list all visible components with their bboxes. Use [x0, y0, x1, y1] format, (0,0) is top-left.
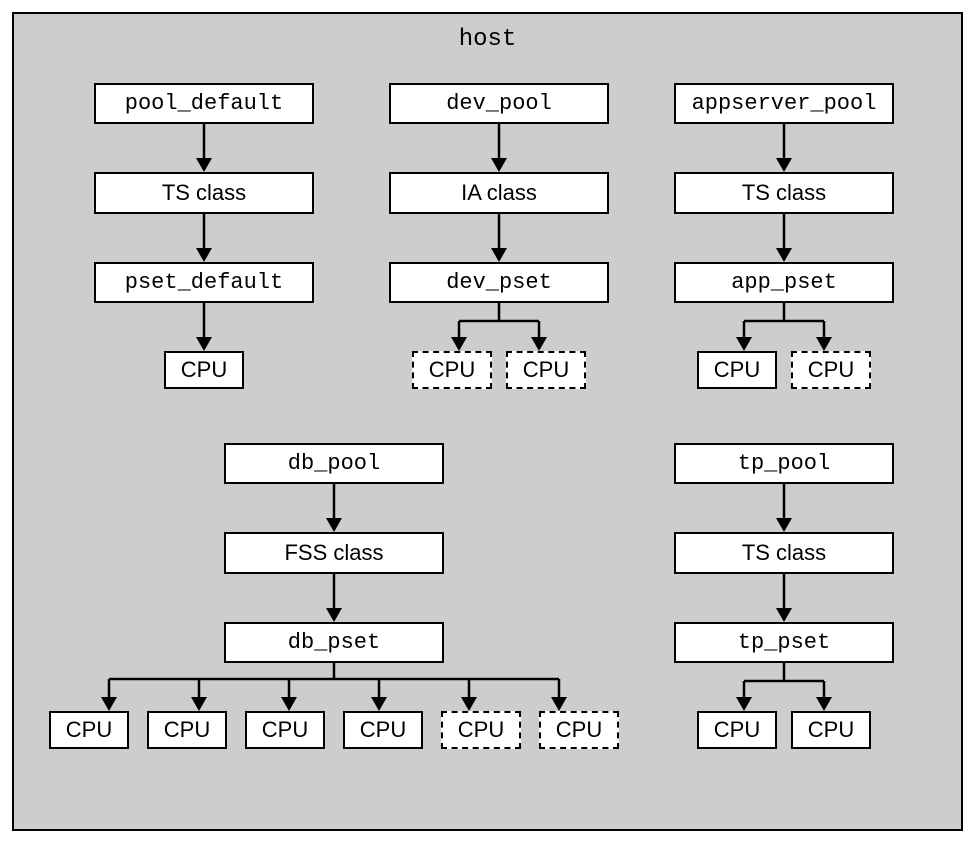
- pool-name: tp_pool: [674, 443, 894, 484]
- pool-name: db_pool: [224, 443, 444, 484]
- pool-name: appserver_pool: [674, 83, 894, 124]
- host-title: host: [14, 26, 961, 53]
- cpu-row: CPU CPU CPU CPU CPU CPU: [49, 711, 619, 749]
- pool-class: TS class: [674, 532, 894, 574]
- pool-row-top: pool_default TS class pset_default CPU d…: [14, 53, 961, 423]
- arrow-fork: [419, 303, 579, 351]
- arrow-down: [184, 214, 224, 262]
- cpu-row: CPU CPU: [412, 351, 586, 389]
- pool-pset: app_pset: [674, 262, 894, 303]
- cpu-box: CPU: [697, 711, 777, 749]
- cpu-box: CPU: [343, 711, 423, 749]
- pool-pset: tp_pset: [674, 622, 894, 663]
- cpu-box: CPU: [539, 711, 619, 749]
- pool-column: tp_pool TS class tp_pset CPU CPU: [654, 443, 914, 749]
- pool-class: TS class: [94, 172, 314, 214]
- cpu-box: CPU: [412, 351, 492, 389]
- pool-column: db_pool FSS class db_pset: [64, 443, 604, 749]
- host-frame: host pool_default TS class pset_default …: [12, 12, 963, 831]
- arrow-down: [314, 484, 354, 532]
- arrow-down: [184, 124, 224, 172]
- cpu-box: CPU: [164, 351, 244, 389]
- pool-pset: dev_pset: [389, 262, 609, 303]
- cpu-box: CPU: [791, 711, 871, 749]
- arrow-down: [764, 484, 804, 532]
- cpu-box: CPU: [506, 351, 586, 389]
- pool-name: dev_pool: [389, 83, 609, 124]
- pool-name: pool_default: [94, 83, 314, 124]
- arrow-down: [184, 303, 224, 351]
- pool-column: pool_default TS class pset_default CPU: [74, 83, 334, 389]
- pool-class: IA class: [389, 172, 609, 214]
- cpu-box: CPU: [245, 711, 325, 749]
- pool-column: dev_pool IA class dev_pset CPU CPU: [369, 83, 629, 389]
- cpu-box: CPU: [49, 711, 129, 749]
- arrow-fork: [704, 663, 864, 711]
- cpu-box: CPU: [697, 351, 777, 389]
- cpu-row: CPU CPU: [697, 351, 871, 389]
- pool-pset: pset_default: [94, 262, 314, 303]
- arrow-down: [764, 574, 804, 622]
- pool-class: FSS class: [224, 532, 444, 574]
- arrow-down: [314, 574, 354, 622]
- pool-pset: db_pset: [224, 622, 444, 663]
- cpu-box: CPU: [791, 351, 871, 389]
- arrow-down: [764, 124, 804, 172]
- pool-column: appserver_pool TS class app_pset CPU CPU: [654, 83, 914, 389]
- pool-row-bottom: db_pool FSS class db_pset: [14, 423, 961, 803]
- cpu-row: CPU: [164, 351, 244, 389]
- arrow-down: [479, 214, 519, 262]
- cpu-row: CPU CPU: [697, 711, 871, 749]
- cpu-box: CPU: [441, 711, 521, 749]
- pool-class: TS class: [674, 172, 894, 214]
- arrow-down: [764, 214, 804, 262]
- arrow-fork: [704, 303, 864, 351]
- cpu-box: CPU: [147, 711, 227, 749]
- arrow-down: [479, 124, 519, 172]
- arrow-fork-six: [64, 663, 604, 711]
